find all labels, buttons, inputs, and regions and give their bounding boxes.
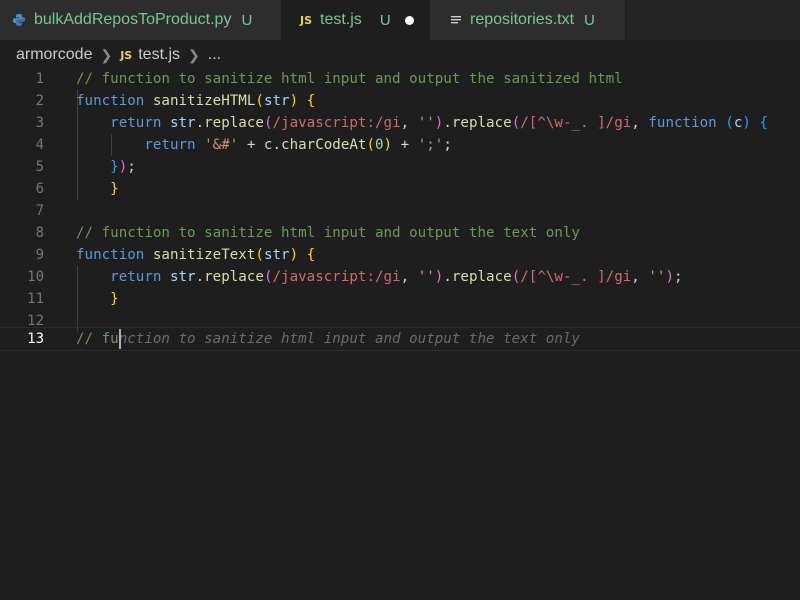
code-line: 10 return str.replace(/javascript:/gi, '… [0, 266, 800, 288]
line-content: // function to sanitize html input and o… [76, 331, 580, 347]
line-content: return '&#' + c.charCodeAt(0) + ';'; [144, 137, 452, 153]
git-status-badge: U [241, 11, 253, 29]
breadcrumb: armorcode ❯ JS test.js ❯ ... [0, 40, 800, 70]
tab-label: bulkAddReposToProduct.py [34, 11, 232, 28]
inline-suggestion: nction to sanitize html input and output… [118, 331, 580, 347]
line-number: 11 [27, 291, 44, 307]
js-icon: JS [120, 48, 133, 62]
line-content: } [110, 291, 119, 307]
code-line: 4 return '&#' + c.charCodeAt(0) + ';'; [0, 134, 800, 156]
editor-tab-bar: bulkAddReposToProduct.py U JS test.js U … [0, 0, 800, 40]
code-line: 3 return str.replace(/javascript:/gi, ''… [0, 112, 800, 134]
line-number: 3 [35, 115, 44, 131]
breadcrumb-file[interactable]: test.js [138, 46, 180, 64]
line-number: 13 [27, 331, 44, 347]
text-cursor [119, 329, 121, 349]
line-content: // function to sanitize html input and o… [76, 225, 580, 241]
line-number: 7 [35, 203, 44, 219]
code-line: 6 } [0, 178, 800, 200]
code-line: 7 [0, 200, 800, 222]
typed-text: // fu [76, 331, 119, 347]
unsaved-changes-dot[interactable] [404, 15, 414, 25]
line-content: function sanitizeHTML(str) { [76, 93, 316, 109]
breadcrumb-symbol[interactable]: ... [208, 46, 221, 64]
js-icon: JS [300, 13, 313, 27]
git-status-badge: U [584, 11, 595, 29]
code-line: 8 // function to sanitize html input and… [0, 222, 800, 244]
line-content: function sanitizeText(str) { [76, 247, 316, 263]
tab-bulkaddrepos[interactable]: bulkAddReposToProduct.py U [0, 0, 282, 40]
line-number: 8 [35, 225, 44, 241]
line-number: 1 [35, 71, 44, 87]
chevron-right-icon: ❯ [188, 46, 200, 63]
code-line: 9 function sanitizeText(str) { [0, 244, 800, 266]
code-line: 5 }); [0, 156, 800, 178]
code-editor[interactable]: 1 // function to sanitize html input and… [0, 68, 800, 600]
text-file-icon [450, 14, 462, 26]
code-line: 1 // function to sanitize html input and… [0, 68, 800, 90]
line-number: 6 [35, 181, 44, 197]
line-number: 5 [35, 159, 44, 175]
git-status-badge: U [379, 11, 391, 29]
chevron-right-icon: ❯ [100, 46, 113, 63]
line-content: return str.replace(/javascript:/gi, '').… [110, 115, 768, 131]
tab-repositories-txt[interactable]: repositories.txt U [430, 0, 626, 40]
tab-label: repositories.txt [470, 11, 575, 28]
python-icon [12, 13, 26, 27]
breadcrumb-folder[interactable]: armorcode [16, 46, 92, 64]
code-line: 2 function sanitizeHTML(str) { [0, 90, 800, 112]
line-content: // function to sanitize html input and o… [76, 71, 623, 87]
line-number: 2 [35, 93, 44, 109]
line-content: }); [110, 159, 136, 175]
line-number: 10 [27, 269, 44, 285]
tab-label: test.js [320, 11, 362, 28]
line-content: } [110, 181, 119, 197]
code-line: 11 } [0, 288, 800, 310]
tab-test-js[interactable]: JS test.js U [282, 0, 430, 40]
line-number: 9 [35, 247, 44, 263]
line-content: return str.replace(/javascript:/gi, '').… [110, 269, 683, 285]
line-number: 4 [35, 137, 44, 153]
